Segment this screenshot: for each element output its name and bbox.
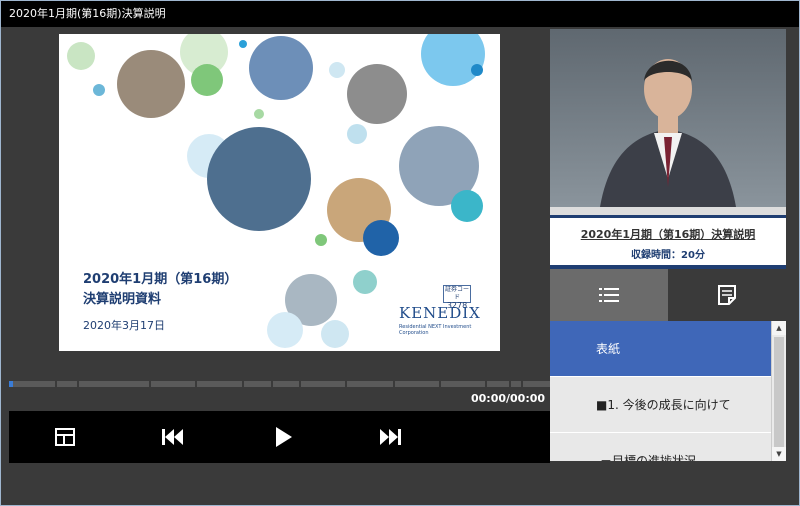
scroll-down-icon[interactable]: ▼: [772, 447, 786, 461]
layout-toggle-button[interactable]: [51, 423, 79, 451]
presenter-figure: [600, 59, 736, 207]
tab-table-of-contents[interactable]: [550, 269, 668, 321]
company-logo: KENEDIX: [399, 304, 481, 322]
stock-code-box: 証券コード 3278: [443, 285, 471, 310]
toc-scrollbar[interactable]: ▲ ▼: [771, 321, 786, 461]
slide-title-line2: 決算説明資料: [83, 292, 162, 307]
photo-building-white: [249, 36, 313, 100]
skip-back-icon: [162, 429, 183, 445]
bottom-area: [9, 463, 786, 499]
toc-item-cover[interactable]: 表紙: [550, 321, 771, 377]
caption-duration: 収録時間：20分: [631, 250, 705, 261]
time-display: 00:00/00:00: [471, 392, 546, 405]
tab-notes[interactable]: [668, 269, 786, 321]
window-title: 2020年1月期(第16期)決算説明: [1, 1, 799, 27]
notes-icon: [718, 285, 736, 305]
list-icon: [599, 288, 619, 302]
toc-item-progress[interactable]: －目標の進捗状況: [550, 433, 771, 461]
next-button[interactable]: [377, 423, 405, 451]
scroll-up-icon[interactable]: ▲: [772, 321, 786, 335]
video-frame: [550, 29, 786, 207]
slide-date: 2020年3月17日: [83, 319, 165, 332]
company-logo-sub: Residential NEXT Investment Corporation: [399, 324, 472, 336]
presenter-video: 2020年1月期（第16期）決算説明 収録時間：20分: [550, 29, 786, 269]
photo-apartment-complex: [207, 127, 311, 231]
photo-lobby: [347, 64, 407, 124]
side-tabs: [550, 269, 786, 321]
video-caption: 2020年1月期（第16期）決算説明 収録時間：20分: [550, 215, 786, 269]
stock-code-label: 証券コード: [444, 286, 469, 301]
slide-title-line1: 2020年1月期（第16期）: [83, 272, 238, 287]
slide-title: 2020年1月期（第16期） 決算説明資料: [83, 270, 237, 310]
seek-bar[interactable]: [9, 381, 550, 387]
toc-item-growth[interactable]: ■1. 今後の成長に向けて: [550, 377, 771, 433]
photo-living-room: [117, 50, 185, 118]
toc-list: 表紙 ■1. 今後の成長に向けて －目標の進捗状況: [550, 321, 771, 461]
play-button[interactable]: [269, 423, 297, 451]
scroll-thumb[interactable]: [774, 337, 784, 447]
slide: 2020年1月期（第16期） 決算説明資料 2020年3月17日 証券コード 3…: [59, 34, 500, 351]
layout-icon: [55, 428, 75, 446]
seek-progress: [9, 381, 13, 387]
skip-forward-icon: [380, 429, 401, 445]
player-window: 2020年1月期(第16期)決算説明 2020年1月期（第16期） 決算説明資料…: [0, 0, 800, 506]
previous-button[interactable]: [159, 423, 187, 451]
play-icon: [276, 427, 292, 447]
caption-title: 2020年1月期（第16期）決算説明: [580, 228, 756, 241]
player-controls: [9, 411, 550, 463]
